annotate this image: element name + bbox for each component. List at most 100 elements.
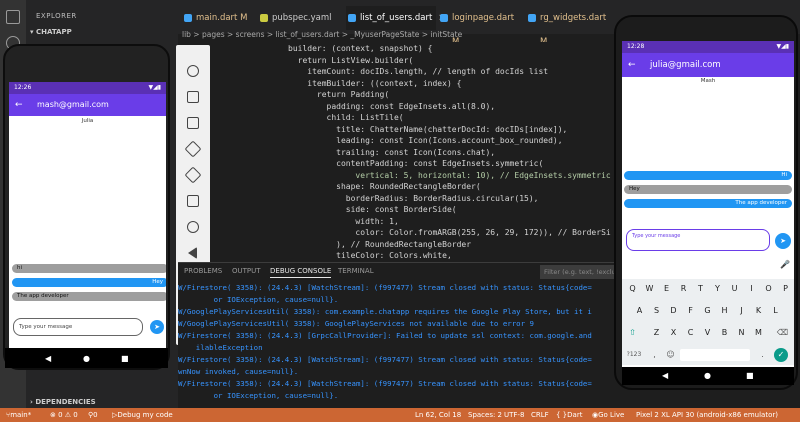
space-key[interactable]: [680, 349, 750, 361]
key[interactable]: O: [762, 281, 775, 297]
encoding[interactable]: UTF-8: [504, 408, 524, 422]
key[interactable]: B: [718, 325, 731, 341]
tab-label: list_of_users.dart: [360, 13, 433, 23]
tab-problems[interactable]: PROBLEMS: [184, 267, 222, 275]
code-line: builder: (context, snapshot) {: [288, 44, 433, 53]
problems-count[interactable]: ⊗ 0 ⚠ 0: [50, 408, 78, 422]
key[interactable]: I: [745, 281, 758, 297]
key[interactable]: N: [735, 325, 748, 341]
key[interactable]: W: [643, 281, 656, 297]
code-line: vertical: 5, horizontal: 10), // EdgeIns…: [288, 170, 611, 180]
message-bubble: The app developer: [12, 292, 166, 301]
emulator-phone-right: 12:28 ▼◢▮ ← julia@gmail.com Mash Hi Hey T…: [614, 15, 798, 390]
key[interactable]: Q: [626, 281, 639, 297]
key[interactable]: V: [701, 325, 714, 341]
key[interactable]: K: [752, 303, 765, 319]
key[interactable]: T: [694, 281, 707, 297]
check-icon[interactable]: ✓: [774, 348, 788, 362]
key[interactable]: D: [667, 303, 680, 319]
log-line: W/Firestore( 3358): (24.4.3) [WatchStrea…: [178, 355, 592, 364]
phone-screen[interactable]: 12:28 ▼◢▮ ← julia@gmail.com Mash Hi Hey T…: [622, 41, 794, 385]
mic-icon[interactable]: 🎤: [780, 260, 790, 269]
send-icon[interactable]: ➤: [775, 233, 791, 249]
message-input[interactable]: Type your message: [13, 318, 143, 336]
nav-recents-icon[interactable]: ■: [746, 371, 754, 380]
key[interactable]: L: [769, 303, 782, 319]
breadcrumb[interactable]: lib > pages > screens > list_of_users.da…: [182, 30, 462, 39]
debug-status[interactable]: ▷ Debug my code: [112, 408, 173, 422]
signal-icon: ▼◢▮: [776, 43, 789, 50]
tab-pubspec[interactable]: pubspec.yaml: [258, 6, 344, 30]
phone-screen[interactable]: 12:26 ▼◢▮ ← mash@gmail.com Julia hi Hey T…: [9, 82, 166, 350]
emoji-icon[interactable]: ☺: [664, 347, 677, 363]
dependencies-section[interactable]: › DEPENDENCIES: [30, 398, 96, 406]
yaml-file-icon: [260, 14, 268, 22]
cursor-position[interactable]: Ln 62, Col 18: [415, 408, 461, 422]
key[interactable]: S: [650, 303, 663, 319]
key[interactable]: P: [779, 281, 792, 297]
code-line: borderRadius: BorderRadius.circular(15),: [288, 193, 539, 203]
volume-down-icon[interactable]: [187, 117, 199, 129]
nav-back-icon[interactable]: ◀: [45, 354, 51, 363]
project-folder[interactable]: ▾ CHATAPP: [30, 28, 72, 36]
key[interactable]: H: [718, 303, 731, 319]
back-icon[interactable]: [188, 247, 197, 259]
branch-indicator[interactable]: ⑂ main*: [6, 408, 31, 422]
nav-home-icon[interactable]: ●: [704, 371, 711, 380]
chatter-name: Julia: [81, 118, 94, 124]
send-icon[interactable]: ➤: [150, 320, 164, 334]
app-bar: ← mash@gmail.com: [9, 94, 166, 116]
ports-count[interactable]: ⚲ 0: [88, 408, 98, 422]
key[interactable]: A: [633, 303, 646, 319]
symbols-key[interactable]: ?123: [624, 347, 644, 363]
key[interactable]: Y: [711, 281, 724, 297]
shift-key[interactable]: ⇧: [626, 325, 639, 341]
key[interactable]: F: [684, 303, 697, 319]
tab-main-dart[interactable]: main.dart M: [182, 6, 256, 30]
volume-up-icon[interactable]: [187, 91, 199, 103]
rotate-right-icon[interactable]: [184, 166, 202, 184]
rotate-left-icon[interactable]: [184, 140, 202, 158]
tab-loginpage[interactable]: loginpage.dart M: [438, 6, 524, 47]
key[interactable]: G: [701, 303, 714, 319]
backspace-key[interactable]: ⌫: [776, 325, 789, 341]
code-editor[interactable]: builder: (context, snapshot) { return Li…: [178, 42, 618, 262]
code-line: leading: const Icon(Icons.account_box_ro…: [288, 136, 563, 145]
key[interactable]: R: [677, 281, 690, 297]
key[interactable]: Z: [650, 325, 663, 341]
comma-key[interactable]: ,: [648, 347, 661, 363]
back-arrow-icon[interactable]: ←: [628, 53, 636, 77]
tab-output[interactable]: OUTPUT: [232, 267, 261, 275]
go-live-button[interactable]: ◉ Go Live: [592, 408, 624, 422]
key[interactable]: C: [684, 325, 697, 341]
camera-icon[interactable]: [187, 195, 199, 207]
indentation[interactable]: Spaces: 2: [468, 408, 502, 422]
key[interactable]: U: [728, 281, 741, 297]
tab-label: rg_widgets.dart: [540, 13, 607, 23]
power-icon[interactable]: [187, 65, 199, 77]
log-line: wnNow invoked, cause=null}.: [178, 367, 299, 376]
message-bubble: Hi: [624, 171, 792, 180]
tab-list-of-users[interactable]: list_of_users.dart×: [346, 6, 445, 30]
line-ending[interactable]: CRLF: [531, 408, 549, 422]
soft-keyboard[interactable]: Q W E R T Y U I O P A S D F G H J K L ⇧: [622, 279, 794, 365]
key[interactable]: J: [735, 303, 748, 319]
status-bar: 12:28 ▼◢▮: [622, 41, 794, 53]
filter-input[interactable]: Filter (e.g. text, !exclude): [540, 265, 618, 279]
nav-recents-icon[interactable]: ■: [121, 354, 129, 363]
tab-debug-console[interactable]: DEBUG CONSOLE: [270, 267, 332, 278]
tab-terminal[interactable]: TERMINAL: [338, 267, 374, 275]
files-icon[interactable]: [6, 10, 20, 24]
device-selector[interactable]: Pixel 2 XL API 30 (android-x86 emulator): [636, 408, 778, 422]
tab-rg-widgets[interactable]: rg_widgets.dart M: [526, 6, 610, 47]
key[interactable]: E: [660, 281, 673, 297]
back-arrow-icon[interactable]: ←: [15, 94, 23, 116]
zoom-icon[interactable]: [187, 221, 199, 233]
key[interactable]: X: [667, 325, 680, 341]
nav-home-icon[interactable]: ●: [83, 354, 90, 363]
key[interactable]: M: [752, 325, 765, 341]
language-mode[interactable]: { } Dart: [556, 408, 582, 422]
message-input[interactable]: Type your message: [626, 229, 770, 251]
nav-back-icon[interactable]: ◀: [662, 371, 668, 380]
period-key[interactable]: .: [756, 347, 769, 363]
